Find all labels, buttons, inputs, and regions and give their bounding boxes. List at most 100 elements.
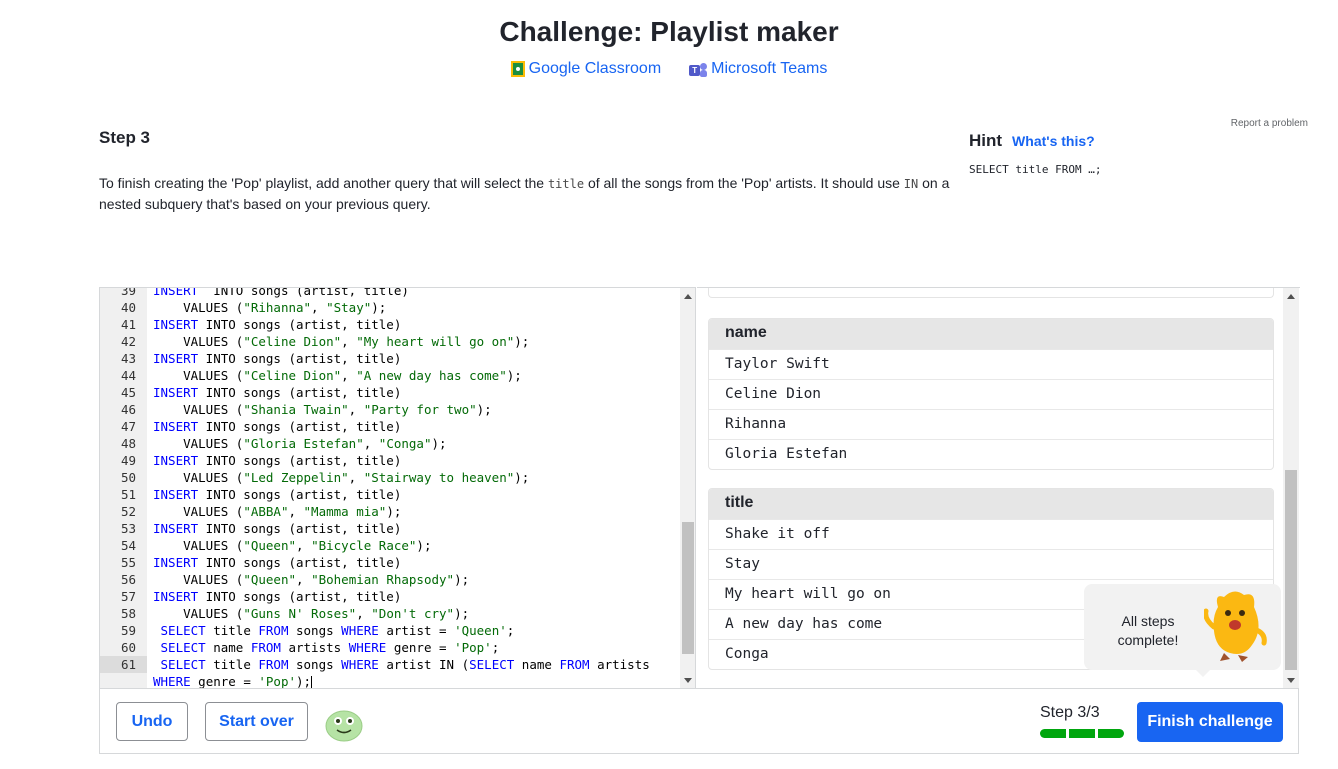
code-editor[interactable]: 39 INSERT INTO songs (artist, title) 40 VA… xyxy=(100,287,696,688)
code-line[interactable]: 51 INSERT INTO songs (artist, title) xyxy=(100,486,680,503)
code-text[interactable]: SELECT name FROM artists WHERE genre = '… xyxy=(153,639,500,656)
code-line[interactable]: 52 VALUES ("ABBA", "Mamma mia"); xyxy=(100,503,680,520)
line-number: 42 xyxy=(120,334,136,349)
line-number: 44 xyxy=(120,368,136,383)
code-line[interactable]: 45 INSERT INTO songs (artist, title) xyxy=(100,384,680,401)
result-column-header: name xyxy=(709,319,1273,349)
code-line[interactable]: 44 VALUES ("Celine Dion", "A new day has… xyxy=(100,367,680,384)
code-text[interactable]: INSERT INTO songs (artist, title) xyxy=(153,588,401,605)
line-number: 51 xyxy=(120,487,136,502)
line-number: 40 xyxy=(120,300,136,315)
challenge-footer: Undo Start over Step 3/3 Finish challeng… xyxy=(100,688,1298,754)
line-number: 56 xyxy=(120,572,136,587)
text-cursor xyxy=(311,675,313,688)
code-line[interactable]: 48 VALUES ("Gloria Estefan", "Conga"); xyxy=(100,435,680,452)
start-over-button[interactable]: Start over xyxy=(205,702,308,741)
code-line[interactable]: 55 INSERT INTO songs (artist, title) xyxy=(100,554,680,571)
undo-button[interactable]: Undo xyxy=(116,702,188,741)
code-line[interactable]: 42 VALUES ("Celine Dion", "My heart will… xyxy=(100,333,680,350)
code-text[interactable]: VALUES ("Guns N' Roses", "Don't cry"); xyxy=(153,605,469,622)
scroll-down-arrow-icon[interactable] xyxy=(1287,678,1295,683)
line-number: 50 xyxy=(120,470,136,485)
code-text[interactable]: INSERT INTO songs (artist, title) xyxy=(153,350,401,367)
editor-scroll-thumb[interactable] xyxy=(682,522,694,654)
step-progress-bar xyxy=(1040,729,1124,738)
line-number: 43 xyxy=(120,351,136,366)
code-text[interactable]: INSERT INTO songs (artist, title) xyxy=(153,288,409,299)
code-text[interactable]: WHERE genre = 'Pop'); xyxy=(153,673,313,688)
step-counter: Step 3/3 xyxy=(1040,704,1100,721)
microsoft-teams-link[interactable]: T Microsoft Teams xyxy=(689,60,827,78)
finish-challenge-button[interactable]: Finish challenge xyxy=(1137,702,1283,742)
scroll-up-arrow-icon[interactable] xyxy=(684,294,692,299)
results-scroll-thumb[interactable] xyxy=(1285,470,1297,670)
code-line[interactable]: 58 VALUES ("Guns N' Roses", "Don't cry")… xyxy=(100,605,680,622)
code-line[interactable]: 61 SELECT title FROM songs WHERE artist … xyxy=(100,656,680,673)
code-line[interactable]: 43 INSERT INTO songs (artist, title) xyxy=(100,350,680,367)
code-text[interactable]: VALUES ("Shania Twain", "Party for two")… xyxy=(153,401,492,418)
code-text[interactable]: VALUES ("Celine Dion", "A new day has co… xyxy=(153,367,522,384)
code-line[interactable]: 39 INSERT INTO songs (artist, title) xyxy=(100,288,680,299)
report-problem-link[interactable]: Report a problem xyxy=(1231,118,1308,129)
code-text[interactable]: INSERT INTO songs (artist, title) xyxy=(153,418,401,435)
code-line[interactable]: 57 INSERT INTO songs (artist, title) xyxy=(100,588,680,605)
line-number: 41 xyxy=(120,317,136,332)
google-classroom-link[interactable]: Google Classroom xyxy=(510,60,661,78)
code-line[interactable]: 49 INSERT INTO songs (artist, title) xyxy=(100,452,680,469)
result-row: Shake it off xyxy=(709,519,1273,549)
line-number: 60 xyxy=(120,640,136,655)
code-line[interactable]: WHERE genre = 'Pop'); xyxy=(100,673,680,688)
microsoft-teams-icon: T xyxy=(689,62,708,77)
editor-scrollbar[interactable] xyxy=(680,288,695,688)
completion-message: All steps complete! xyxy=(1117,613,1179,648)
code-line[interactable]: 56 VALUES ("Queen", "Bohemian Rhapsody")… xyxy=(100,571,680,588)
whats-this-link[interactable]: What's this? xyxy=(1012,133,1095,149)
small-mascot-icon xyxy=(325,710,363,742)
code-line[interactable]: 54 VALUES ("Queen", "Bicycle Race"); xyxy=(100,537,680,554)
step-description: To finish creating the 'Pop' playlist, a… xyxy=(99,175,950,212)
code-text[interactable]: INSERT INTO songs (artist, title) xyxy=(153,316,401,333)
code-text[interactable]: SELECT title FROM songs WHERE artist = '… xyxy=(153,622,515,639)
scroll-up-arrow-icon[interactable] xyxy=(1287,294,1295,299)
partial-result-table: ... xyxy=(708,288,1274,298)
code-text[interactable]: INSERT INTO songs (artist, title) xyxy=(153,554,401,571)
code-line[interactable]: 47 INSERT INTO songs (artist, title) xyxy=(100,418,680,435)
scroll-down-arrow-icon[interactable] xyxy=(684,678,692,683)
code-text[interactable]: VALUES ("Celine Dion", "My heart will go… xyxy=(153,333,529,350)
code-line[interactable]: 41 INSERT INTO songs (artist, title) xyxy=(100,316,680,333)
code-text[interactable]: VALUES ("Rihanna", "Stay"); xyxy=(153,299,386,316)
result-table-name: name Taylor Swift Celine Dion Rihanna Gl… xyxy=(708,318,1274,470)
result-row: Stay xyxy=(709,549,1273,579)
code-line[interactable]: 46 VALUES ("Shania Twain", "Party for tw… xyxy=(100,401,680,418)
code-text[interactable]: INSERT INTO songs (artist, title) xyxy=(153,486,401,503)
code-line[interactable]: 59 SELECT title FROM songs WHERE artist … xyxy=(100,622,680,639)
result-column-header: title xyxy=(709,489,1273,519)
line-number: 59 xyxy=(120,623,136,638)
code-text[interactable]: VALUES ("Led Zeppelin", "Stairway to hea… xyxy=(153,469,529,486)
page-title: Challenge: Playlist maker xyxy=(499,16,839,47)
result-row: Rihanna xyxy=(709,409,1273,439)
line-number: 52 xyxy=(120,504,136,519)
code-text[interactable]: VALUES ("Queen", "Bohemian Rhapsody"); xyxy=(153,571,469,588)
line-number: 53 xyxy=(120,521,136,536)
code-text[interactable]: SELECT title FROM songs WHERE artist IN … xyxy=(153,656,650,673)
code-line[interactable]: 60 SELECT name FROM artists WHERE genre … xyxy=(100,639,680,656)
line-number: 57 xyxy=(120,589,136,604)
line-number: 54 xyxy=(120,538,136,553)
code-line[interactable]: 40 VALUES ("Rihanna", "Stay"); xyxy=(100,299,680,316)
code-line[interactable]: 53 INSERT INTO songs (artist, title) xyxy=(100,520,680,537)
hint-header: Hint What's this? xyxy=(969,131,1095,151)
code-text[interactable]: INSERT INTO songs (artist, title) xyxy=(153,384,401,401)
result-row: Celine Dion xyxy=(709,379,1273,409)
line-number: 58 xyxy=(120,606,136,621)
results-scrollbar[interactable] xyxy=(1283,288,1299,688)
code-text[interactable]: VALUES ("Queen", "Bicycle Race"); xyxy=(153,537,431,554)
code-lines[interactable]: 39 INSERT INTO songs (artist, title) 40 VA… xyxy=(100,288,680,688)
code-text[interactable]: INSERT INTO songs (artist, title) xyxy=(153,520,401,537)
code-text[interactable]: VALUES ("ABBA", "Mamma mia"); xyxy=(153,503,401,520)
progress-segment xyxy=(1098,729,1124,738)
code-text[interactable]: INSERT INTO songs (artist, title) xyxy=(153,452,401,469)
code-text[interactable]: VALUES ("Gloria Estefan", "Conga"); xyxy=(153,435,446,452)
code-line[interactable]: 50 VALUES ("Led Zeppelin", "Stairway to … xyxy=(100,469,680,486)
mascot-icon xyxy=(1204,591,1267,662)
